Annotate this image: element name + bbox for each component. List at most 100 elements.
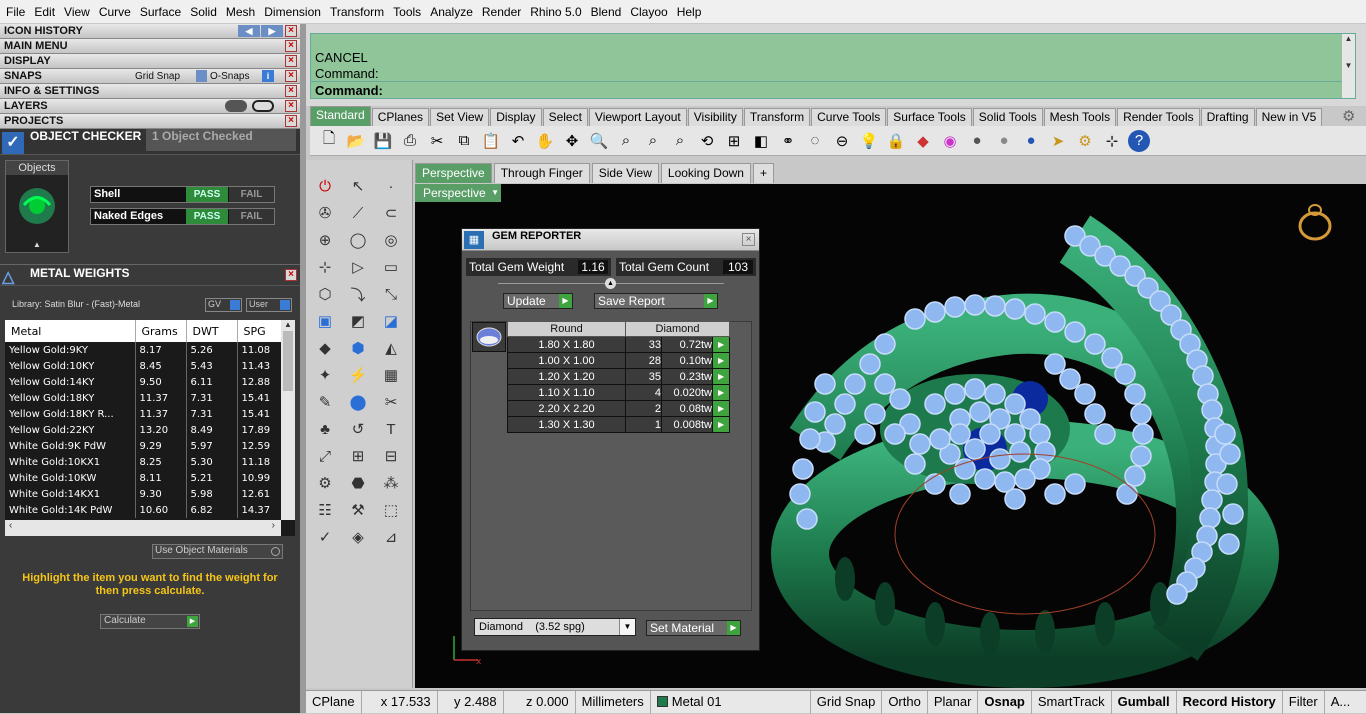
- row-select-icon[interactable]: ▶: [711, 352, 731, 369]
- ortho-toggle[interactable]: Ortho: [882, 690, 928, 714]
- row-select-icon[interactable]: ▶: [711, 368, 731, 385]
- menu-rhino[interactable]: Rhino 5.0: [530, 5, 581, 19]
- close-icon[interactable]: ×: [285, 269, 297, 281]
- panel-main-menu[interactable]: MAIN MENU ×: [0, 39, 300, 54]
- gem-row[interactable]: 1.00 X 1.00 28 0.10tw ▶: [507, 352, 731, 369]
- gem-row[interactable]: 1.30 X 1.30 1 0.008tw ▶: [507, 416, 731, 433]
- tab-curve-tools[interactable]: Curve Tools: [811, 108, 887, 126]
- menu-analyze[interactable]: Analyze: [430, 5, 473, 19]
- tab-render-tools[interactable]: Render Tools: [1117, 108, 1200, 126]
- tab-standard[interactable]: Standard: [310, 106, 371, 126]
- table-row[interactable]: Yellow Gold:22KY 13.20 8.49 17.89: [5, 422, 282, 438]
- smarttrack-toggle[interactable]: SmartTrack: [1032, 690, 1112, 714]
- eye-icon[interactable]: [252, 100, 274, 112]
- command-prompt[interactable]: Command:: [311, 81, 1343, 99]
- menu-clayoo[interactable]: Clayoo: [630, 5, 667, 19]
- open-folder-icon[interactable]: 📂: [345, 130, 367, 152]
- tab-through-finger[interactable]: Through Finger: [493, 163, 590, 183]
- tab-drafting[interactable]: Drafting: [1200, 108, 1255, 126]
- layer-icon[interactable]: ◆: [912, 130, 934, 152]
- undo-icon[interactable]: ↶: [507, 130, 529, 152]
- update-button[interactable]: Update ▶: [503, 293, 573, 309]
- grid-array-icon[interactable]: ☷: [313, 498, 337, 522]
- points-icon[interactable]: ⁂: [379, 471, 403, 495]
- fillet-icon[interactable]: ⤵: [346, 282, 370, 306]
- panel-display[interactable]: DISPLAY ×: [0, 54, 300, 69]
- gumball-icon[interactable]: ⊹: [313, 255, 337, 279]
- sphere-icon[interactable]: ⬤: [346, 390, 370, 414]
- menu-curve[interactable]: Curve: [99, 5, 131, 19]
- lock-icon[interactable]: 🔒: [885, 130, 907, 152]
- more-status[interactable]: A...: [1325, 691, 1357, 714]
- cluster-icon[interactable]: ♣: [313, 417, 337, 441]
- tab-viewport-layout[interactable]: Viewport Layout: [588, 108, 687, 126]
- menu-solid[interactable]: Solid: [190, 5, 217, 19]
- menu-render[interactable]: Render: [482, 5, 521, 19]
- tab-mesh-tools[interactable]: Mesh Tools: [1043, 108, 1117, 126]
- close-icon[interactable]: ×: [742, 233, 755, 246]
- scroll-up-icon[interactable]: ▲: [281, 320, 295, 329]
- polyline-icon[interactable]: ⟋: [346, 201, 370, 225]
- tab-set-view[interactable]: Set View: [430, 108, 490, 126]
- table-row[interactable]: White Gold:10KW 8.11 5.21 10.99: [5, 470, 282, 486]
- print-icon[interactable]: ⎙: [399, 130, 421, 152]
- color-wheel-icon[interactable]: ◉: [939, 130, 961, 152]
- tab-display[interactable]: Display: [490, 108, 542, 126]
- save-report-button[interactable]: Save Report ▶: [594, 293, 718, 309]
- tab-new-in-v5[interactable]: New in V5: [1255, 108, 1323, 126]
- close-icon[interactable]: ×: [285, 100, 297, 112]
- tab-select[interactable]: Select: [542, 108, 588, 126]
- tab-side-view[interactable]: Side View: [591, 163, 659, 183]
- edit-icon[interactable]: ✎: [313, 390, 337, 414]
- close-icon[interactable]: ×: [285, 115, 297, 127]
- objects-preview[interactable]: Objects ▲: [5, 160, 69, 253]
- menu-file[interactable]: File: [6, 5, 25, 19]
- table-row[interactable]: White Gold:9K PdW 9.29 5.97 12.59: [5, 438, 282, 454]
- column-header[interactable]: DWT: [186, 320, 238, 342]
- tab-surface-tools[interactable]: Surface Tools: [887, 108, 972, 126]
- material-select[interactable]: Diamond (3.52 spg) ▼: [474, 618, 636, 636]
- record-history-toggle[interactable]: Record History: [1177, 690, 1283, 714]
- pan-hand-icon[interactable]: ✋: [534, 130, 556, 152]
- panel-projects[interactable]: PROJECTS ×: [0, 114, 300, 129]
- burst-icon[interactable]: ✦: [313, 363, 337, 387]
- snap-grid-icon[interactable]: ⊹: [1101, 130, 1123, 152]
- point-icon[interactable]: ·: [379, 174, 403, 198]
- zoom-selected-icon[interactable]: ⌕: [669, 130, 691, 152]
- scale-icon[interactable]: ⤢: [313, 444, 337, 468]
- menu-blend[interactable]: Blend: [591, 5, 622, 19]
- tab-cplanes[interactable]: CPlanes: [371, 108, 430, 126]
- lightning-icon[interactable]: ⚡: [346, 363, 370, 387]
- tab-perspective[interactable]: Perspective: [415, 163, 492, 183]
- table-row[interactable]: Yellow Gold:18KY 11.37 7.31 15.41: [5, 390, 282, 406]
- gem-row[interactable]: 1.10 X 1.10 4 0.020tw ▶: [507, 384, 731, 401]
- column-header[interactable]: SPG: [237, 320, 282, 342]
- tab-visibility[interactable]: Visibility: [687, 108, 743, 126]
- select-point-icon[interactable]: ⊖: [831, 130, 853, 152]
- zoom-extents-icon[interactable]: ⌕: [642, 130, 664, 152]
- menu-help[interactable]: Help: [677, 5, 702, 19]
- grid-snap-toggle[interactable]: Grid Snap: [811, 690, 883, 714]
- vertical-scrollbar[interactable]: ▲: [281, 320, 295, 520]
- table-row[interactable]: Yellow Gold:10KY 8.45 5.43 11.43: [5, 358, 282, 374]
- copy-icon[interactable]: ⧉: [453, 130, 475, 152]
- paste-icon[interactable]: 📋: [480, 130, 502, 152]
- dialog-titlebar[interactable]: ▦ GEM REPORTER ×: [462, 229, 759, 251]
- shaded-sphere-icon[interactable]: ●: [966, 130, 988, 152]
- record-icon[interactable]: ⏻: [313, 174, 337, 198]
- panel-icon-history[interactable]: ICON HISTORY ◀ ▶ ×: [0, 24, 300, 39]
- panel-snaps[interactable]: SNAPS Grid Snap O-Snaps i ×: [0, 69, 300, 84]
- trim-icon[interactable]: ✂: [379, 390, 403, 414]
- menu-dimension[interactable]: Dimension: [264, 5, 321, 19]
- rendered-sphere-icon[interactable]: ●: [993, 130, 1015, 152]
- expand-arrow-icon[interactable]: ▲: [6, 240, 68, 249]
- units-status[interactable]: Millimeters: [576, 690, 651, 714]
- rotate-view-icon[interactable]: ⟲: [696, 130, 718, 152]
- user-toggle[interactable]: User: [246, 298, 292, 312]
- eye-closed-icon[interactable]: [225, 100, 247, 112]
- grid-snap-label[interactable]: Grid Snap: [135, 69, 180, 84]
- transform-icon[interactable]: ⤡: [379, 282, 403, 306]
- gem-row[interactable]: 1.80 X 1.80 33 0.72tw ▶: [507, 336, 731, 353]
- ellipse-icon[interactable]: ◯: [346, 228, 370, 252]
- tools-icon[interactable]: ⚒: [346, 498, 370, 522]
